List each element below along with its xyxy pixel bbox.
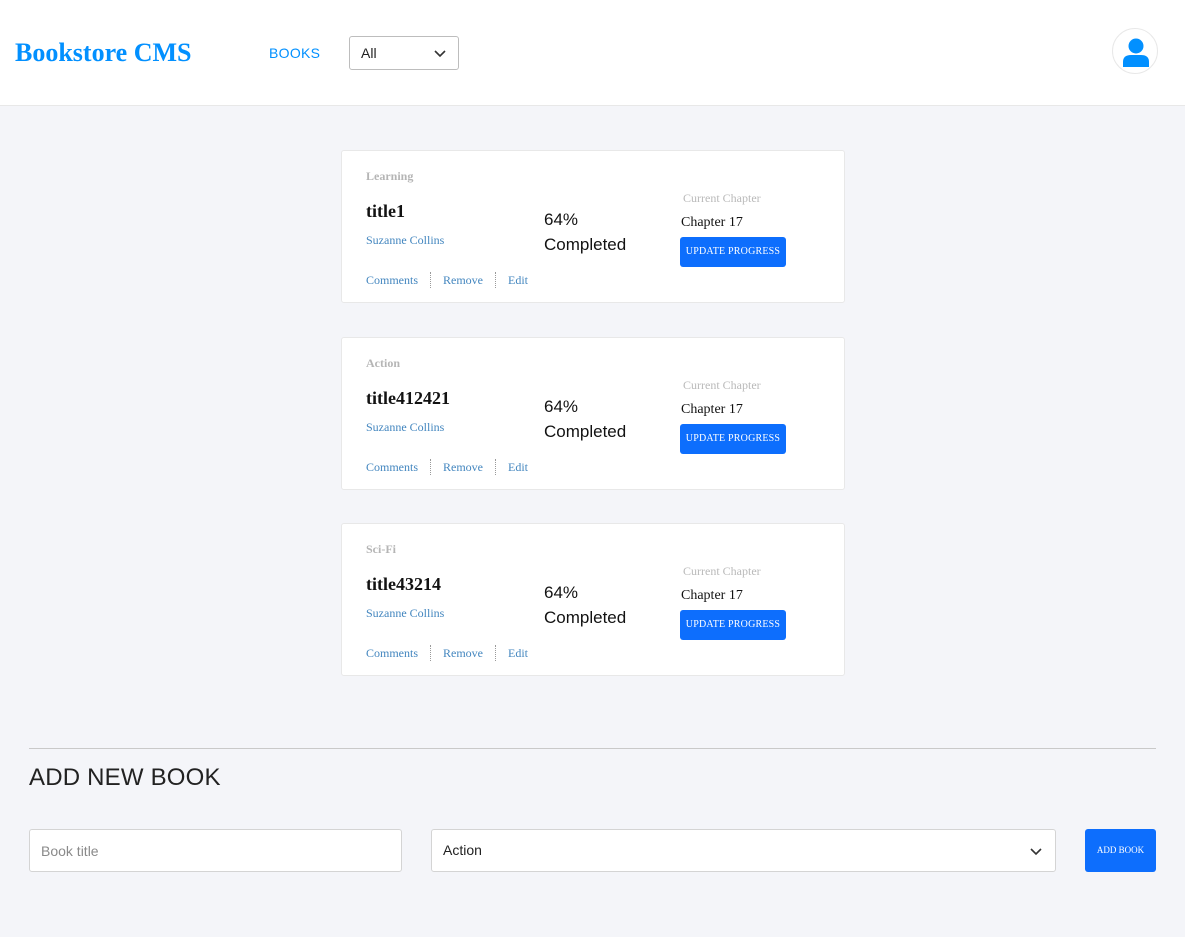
nav-books-link[interactable]: BOOKS <box>269 44 320 62</box>
filter-selected-value: All <box>361 45 377 61</box>
comments-button[interactable]: Comments <box>366 272 430 288</box>
current-chapter: Chapter 17 <box>681 402 743 417</box>
book-title-input[interactable] <box>29 829 402 872</box>
book-author[interactable]: Suzanne Collins <box>366 606 444 620</box>
update-progress-button[interactable]: UPDATE PROGRESS <box>680 424 786 454</box>
site-header: Bookstore CMS BOOKS All <box>0 0 1185 106</box>
book-title: title1 <box>366 201 405 221</box>
progress-label: Completed <box>544 422 627 441</box>
remove-button[interactable]: Remove <box>430 645 495 661</box>
current-chapter-label: Current Chapter <box>683 191 761 205</box>
book-category: Action <box>366 356 400 370</box>
progress-label: Completed <box>544 608 627 627</box>
book-author[interactable]: Suzanne Collins <box>366 233 444 247</box>
remove-button[interactable]: Remove <box>430 459 495 475</box>
edit-button[interactable]: Edit <box>495 272 540 288</box>
book-title: title412421 <box>366 388 450 408</box>
add-book-button[interactable]: ADD BOOK <box>1085 829 1156 872</box>
book-actions: Comments Remove Edit <box>366 272 540 288</box>
comments-button[interactable]: Comments <box>366 645 430 661</box>
update-progress-button[interactable]: UPDATE PROGRESS <box>680 237 786 267</box>
user-avatar-button[interactable] <box>1112 28 1158 74</box>
book-card: Action title412421 Suzanne Collins Comme… <box>341 337 845 490</box>
progress-percent: 64% <box>544 397 579 416</box>
book-title: title43214 <box>366 574 441 594</box>
edit-button[interactable]: Edit <box>495 459 540 475</box>
current-chapter: Chapter 17 <box>681 215 743 230</box>
chevron-down-icon <box>434 50 446 58</box>
category-selected-value: Action <box>443 842 482 858</box>
add-book-heading: ADD NEW BOOK <box>29 764 221 791</box>
current-chapter-label: Current Chapter <box>683 564 761 578</box>
book-actions: Comments Remove Edit <box>366 459 540 475</box>
chevron-down-icon <box>1030 848 1042 856</box>
book-category: Sci-Fi <box>366 542 396 556</box>
edit-button[interactable]: Edit <box>495 645 540 661</box>
progress-label: Completed <box>544 235 627 254</box>
category-filter-select[interactable]: All <box>349 36 459 70</box>
book-card: Learning title1 Suzanne Collins Comments… <box>341 150 845 303</box>
book-category: Learning <box>366 169 414 183</box>
progress-percent: 64% <box>544 210 579 229</box>
comments-button[interactable]: Comments <box>366 459 430 475</box>
brand-logo[interactable]: Bookstore CMS <box>15 36 191 70</box>
section-divider <box>29 748 1156 749</box>
current-chapter: Chapter 17 <box>681 588 743 603</box>
book-author[interactable]: Suzanne Collins <box>366 420 444 434</box>
book-actions: Comments Remove Edit <box>366 645 540 661</box>
category-select[interactable]: Action <box>431 829 1056 872</box>
user-icon <box>1123 38 1149 67</box>
current-chapter-label: Current Chapter <box>683 378 761 392</box>
progress-percent: 64% <box>544 583 579 602</box>
book-card: Sci-Fi title43214 Suzanne Collins Commen… <box>341 523 845 676</box>
update-progress-button[interactable]: UPDATE PROGRESS <box>680 610 786 640</box>
remove-button[interactable]: Remove <box>430 272 495 288</box>
